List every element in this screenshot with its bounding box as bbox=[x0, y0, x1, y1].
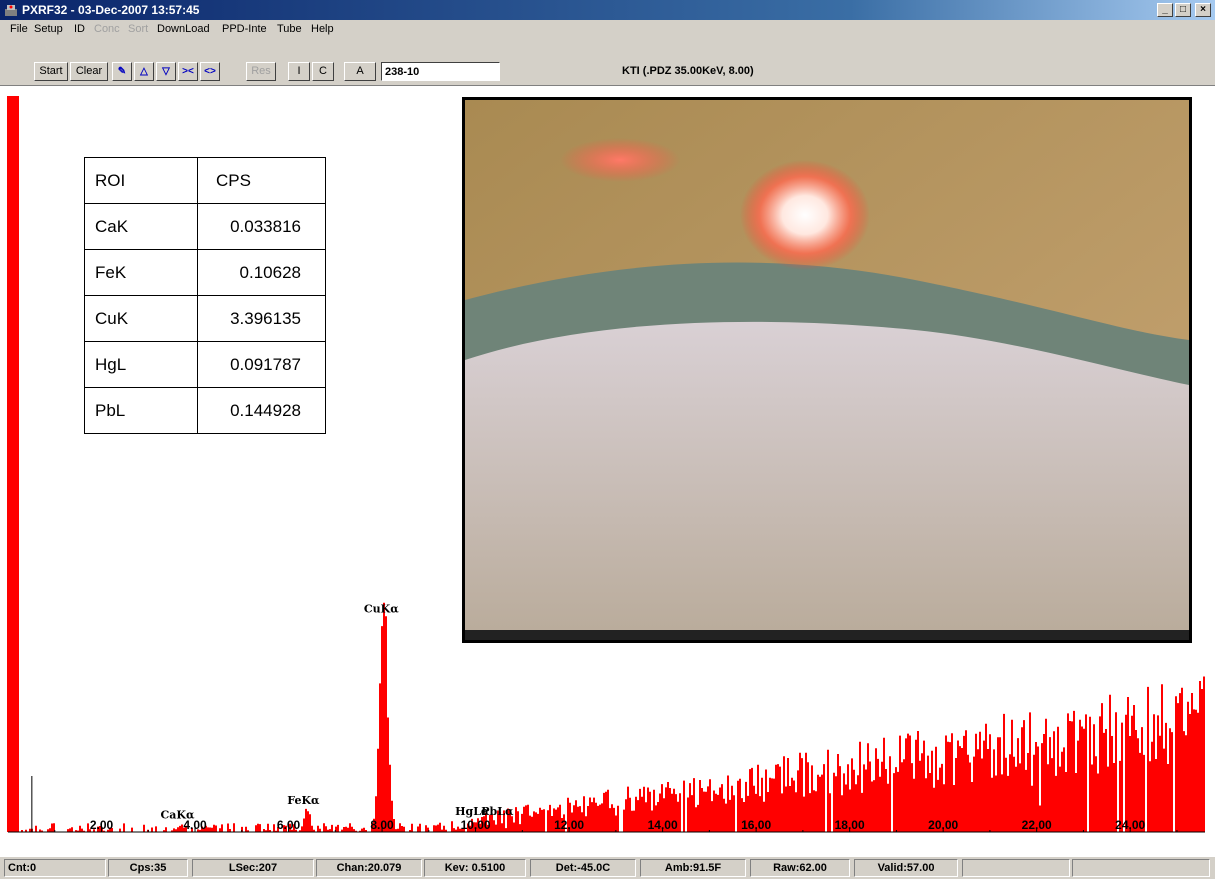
table-row: CuK 3.396135 bbox=[84, 295, 326, 342]
i-button[interactable]: I bbox=[288, 62, 310, 81]
x-tick-label: 22.00 bbox=[1022, 818, 1052, 832]
table-header-row: ROI CPS bbox=[84, 157, 326, 204]
c-button[interactable]: C bbox=[312, 62, 334, 81]
close-button[interactable]: × bbox=[1195, 3, 1211, 17]
roi-name: FeK bbox=[84, 249, 198, 296]
x-tick-label: 24.00 bbox=[1115, 818, 1145, 832]
instrument-info: KTI (.PDZ 35.00KeV, 8.00) bbox=[622, 65, 754, 77]
status-amb: Amb:91.5F bbox=[640, 859, 746, 877]
status-kev: Kev: 0.5100 bbox=[424, 859, 526, 877]
roi-cps: 0.033816 bbox=[197, 203, 326, 250]
status-raw: Raw:62.00 bbox=[750, 859, 850, 877]
menu-download[interactable]: DownLoad bbox=[157, 23, 210, 35]
zoom-in-icon[interactable]: >< bbox=[178, 62, 198, 81]
status-lsec: LSec:207 bbox=[192, 859, 314, 877]
menu-conc[interactable]: Conc bbox=[94, 23, 120, 35]
zoom-out-icon[interactable]: <> bbox=[200, 62, 220, 81]
minimize-button[interactable]: _ bbox=[1157, 3, 1173, 17]
table-row: HgL 0.091787 bbox=[84, 341, 326, 388]
roi-cps: 0.144928 bbox=[197, 387, 326, 434]
menu-bar: File Setup ID Conc Sort DownLoad PPD-Int… bbox=[0, 20, 1215, 38]
sample-id-input[interactable] bbox=[381, 62, 500, 81]
x-tick-label: 8.00 bbox=[370, 818, 394, 832]
peak-label: PbLα bbox=[481, 805, 514, 818]
menu-help[interactable]: Help bbox=[311, 23, 334, 35]
status-det: Det:-45.0C bbox=[530, 859, 636, 877]
camera-view bbox=[462, 97, 1192, 643]
roi-cps: 3.396135 bbox=[197, 295, 326, 342]
menu-file[interactable]: File bbox=[10, 23, 28, 35]
roi-table: ROI CPS CaK 0.033816 FeK 0.10628 CuK 3.3… bbox=[84, 157, 326, 434]
status-empty-1 bbox=[962, 859, 1070, 877]
status-cnt: Cnt:0 bbox=[4, 859, 106, 877]
x-tick-label: 14.00 bbox=[648, 818, 678, 832]
x-tick-label: 2.00 bbox=[90, 818, 114, 832]
roi-name: CuK bbox=[84, 295, 198, 342]
peak-label: FeKα bbox=[287, 794, 320, 807]
status-chan: Chan:20.079 bbox=[316, 859, 422, 877]
status-cps: Cps:35 bbox=[108, 859, 188, 877]
x-tick-label: 4.00 bbox=[183, 818, 207, 832]
a-button[interactable]: A bbox=[344, 62, 376, 81]
x-tick-label: 20.00 bbox=[928, 818, 958, 832]
menu-setup[interactable]: Setup bbox=[34, 23, 63, 35]
toolbar: Start Clear ✎ △ ▽ >< <> Res I C A KTI (.… bbox=[0, 38, 1215, 86]
arrow-down-icon[interactable]: ▽ bbox=[156, 62, 176, 81]
camera-image bbox=[465, 100, 1189, 640]
start-button[interactable]: Start bbox=[34, 62, 68, 81]
roi-name: HgL bbox=[84, 341, 198, 388]
x-tick-label: 18.00 bbox=[835, 818, 865, 832]
x-tick-label: 16.00 bbox=[741, 818, 771, 832]
peak-label: CuKα bbox=[364, 603, 399, 616]
menu-tube[interactable]: Tube bbox=[277, 23, 302, 35]
table-row: FeK 0.10628 bbox=[84, 249, 326, 296]
roi-cps: 0.091787 bbox=[197, 341, 326, 388]
clear-button[interactable]: Clear bbox=[70, 62, 108, 81]
maximize-button[interactable]: □ bbox=[1175, 3, 1191, 17]
status-valid: Valid:57.00 bbox=[854, 859, 958, 877]
status-bar: Cnt:0 Cps:35 LSec:207 Chan:20.079 Kev: 0… bbox=[0, 857, 1215, 879]
status-empty-2 bbox=[1072, 859, 1210, 877]
roi-name: CaK bbox=[84, 203, 198, 250]
app-icon bbox=[5, 5, 17, 16]
res-button[interactable]: Res bbox=[246, 62, 276, 81]
x-tick-label: 10.00 bbox=[461, 818, 491, 832]
x-tick-label: 6.00 bbox=[277, 818, 301, 832]
cps-header: CPS bbox=[197, 157, 326, 204]
title-bar: PXRF32 - 03-Dec-2007 13:57:45 _ □ × bbox=[0, 0, 1215, 20]
menu-id[interactable]: ID bbox=[74, 23, 85, 35]
roi-name: PbL bbox=[84, 387, 198, 434]
menu-sort[interactable]: Sort bbox=[128, 23, 148, 35]
x-tick-label: 12.00 bbox=[554, 818, 584, 832]
arrow-up-icon[interactable]: △ bbox=[134, 62, 154, 81]
menu-ppd-inte[interactable]: PPD-Inte bbox=[222, 23, 267, 35]
table-row: PbL 0.144928 bbox=[84, 387, 326, 434]
window-title: PXRF32 - 03-Dec-2007 13:57:45 bbox=[22, 3, 200, 17]
roi-cps: 0.10628 bbox=[197, 249, 326, 296]
pencil-icon[interactable]: ✎ bbox=[112, 62, 132, 81]
roi-header: ROI bbox=[84, 157, 198, 204]
table-row: CaK 0.033816 bbox=[84, 203, 326, 250]
